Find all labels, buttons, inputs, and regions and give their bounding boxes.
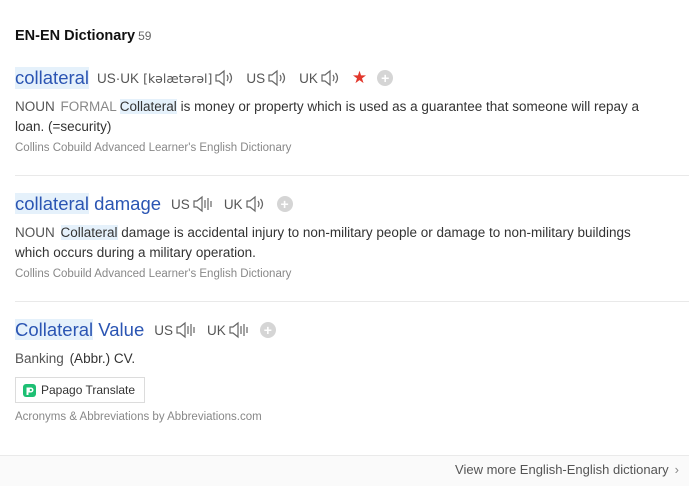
entry-head: collateral US·UK [kəlætərəl] US UK ★ + bbox=[15, 66, 689, 90]
speaker-icon[interactable] bbox=[175, 321, 197, 339]
speaker-icon[interactable] bbox=[245, 195, 267, 213]
dictionary-source: Collins Cobuild Advanced Learner's Engli… bbox=[15, 142, 292, 154]
headword-rest: damage bbox=[89, 193, 162, 214]
definition: Banking (Abbr.) CV. bbox=[15, 349, 689, 369]
result-count: 59 bbox=[138, 29, 152, 43]
definition-highlight: Collateral bbox=[60, 225, 118, 240]
entry-collateral: collateral US·UK [kəlætərəl] US UK ★ + N… bbox=[15, 66, 689, 176]
headword-highlight: Collateral bbox=[15, 319, 94, 340]
us-uk-label: US·UK bbox=[97, 70, 140, 86]
section-title-text: EN-EN Dictionary bbox=[15, 28, 136, 44]
speaker-icon[interactable] bbox=[267, 69, 289, 87]
star-icon[interactable]: ★ bbox=[352, 68, 367, 88]
speaker-icon[interactable] bbox=[320, 69, 342, 87]
footer-bar: View more English-English dictionary › bbox=[0, 455, 689, 486]
entry-head: Collateral Value US UK + bbox=[15, 318, 689, 342]
view-more-label: View more English-English dictionary bbox=[455, 462, 669, 477]
entry-collateral-value: Collateral Value US UK + Banking (Abbr.)… bbox=[15, 318, 689, 428]
papago-logo-icon bbox=[23, 383, 36, 397]
speaker-icon[interactable] bbox=[228, 321, 250, 339]
dictionary-source: Acronyms & Abbreviations by Abbreviation… bbox=[15, 411, 262, 423]
papago-translate-label: Papago Translate bbox=[41, 383, 136, 397]
headword-link[interactable]: collateral bbox=[15, 67, 90, 89]
headword-rest: Value bbox=[93, 319, 145, 340]
view-more-link[interactable]: View more English-English dictionary › bbox=[455, 462, 679, 477]
part-of-speech: NOUN bbox=[15, 225, 55, 240]
definition: NOUN FORMAL Collateral is money or proper… bbox=[15, 97, 689, 137]
part-of-speech: Banking bbox=[15, 351, 64, 366]
entry-head: collateral damage US UK + bbox=[15, 192, 689, 216]
dictionary-source: Collins Cobuild Advanced Learner's Engli… bbox=[15, 268, 292, 280]
speaker-icon[interactable] bbox=[214, 69, 236, 87]
uk-label: UK bbox=[299, 70, 318, 86]
headword-link[interactable]: Collateral Value bbox=[15, 319, 144, 341]
speaker-icon[interactable] bbox=[192, 195, 214, 213]
headword-highlight: collateral bbox=[15, 193, 90, 214]
entry-collateral-damage: collateral damage US UK + NOUN Collatera… bbox=[15, 192, 689, 302]
dictionary-section-title: EN-EN Dictionary 59 bbox=[15, 28, 151, 44]
definition-text: (Abbr.) CV. bbox=[69, 351, 136, 366]
headword-link[interactable]: collateral damage bbox=[15, 193, 161, 215]
plus-icon[interactable]: + bbox=[276, 196, 293, 212]
uk-label: UK bbox=[223, 196, 243, 212]
plus-icon[interactable]: + bbox=[377, 70, 394, 86]
us-label: US bbox=[246, 70, 266, 86]
us-label: US bbox=[154, 322, 174, 338]
phonetic: [kəlætərəl] bbox=[143, 70, 213, 86]
definition: NOUN Collateral damage is accidental inj… bbox=[15, 223, 689, 263]
part-of-speech: NOUN bbox=[15, 99, 55, 114]
uk-label: UK bbox=[207, 322, 226, 338]
definition-highlight: Collateral bbox=[119, 99, 177, 114]
us-label: US bbox=[171, 196, 190, 212]
papago-translate-button[interactable]: Papago Translate bbox=[15, 377, 146, 403]
register-label: FORMAL bbox=[60, 99, 117, 114]
plus-icon[interactable]: + bbox=[259, 322, 276, 338]
chevron-right-icon: › bbox=[674, 462, 679, 477]
